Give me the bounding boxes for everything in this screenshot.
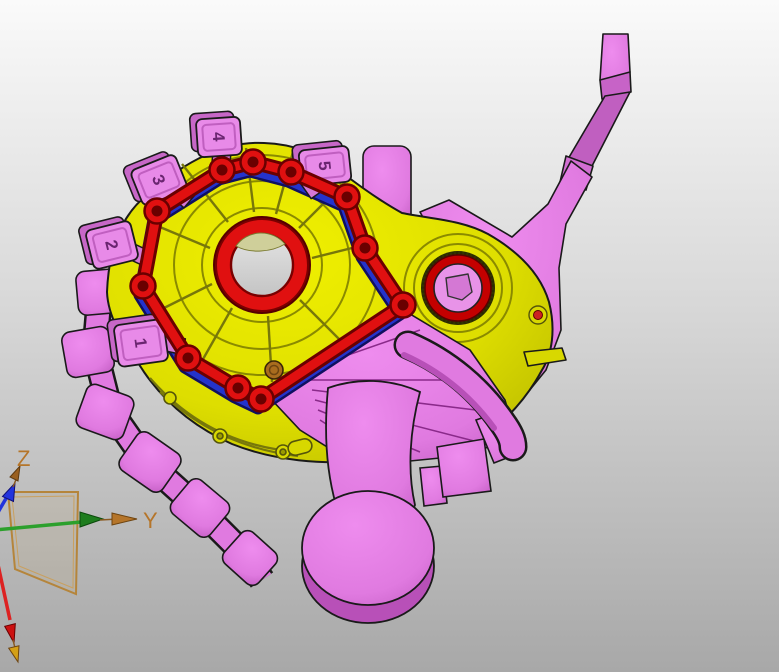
side-bore-seal[interactable]: [421, 251, 495, 325]
tag-label-5: 5: [315, 160, 335, 171]
drain-plug[interactable]: [265, 361, 283, 379]
center-bore[interactable]: [213, 216, 311, 314]
axis-z-label: Z: [17, 446, 30, 471]
tag-label-4: 4: [209, 131, 229, 142]
cylinder-boss[interactable]: [302, 491, 434, 605]
side-sensor-dot[interactable]: [529, 306, 547, 324]
tag-block-4[interactable]: 4: [189, 111, 242, 158]
cad-viewport: 1 2 3 4 5: [0, 0, 779, 672]
axis-y-label: Y: [143, 508, 158, 533]
